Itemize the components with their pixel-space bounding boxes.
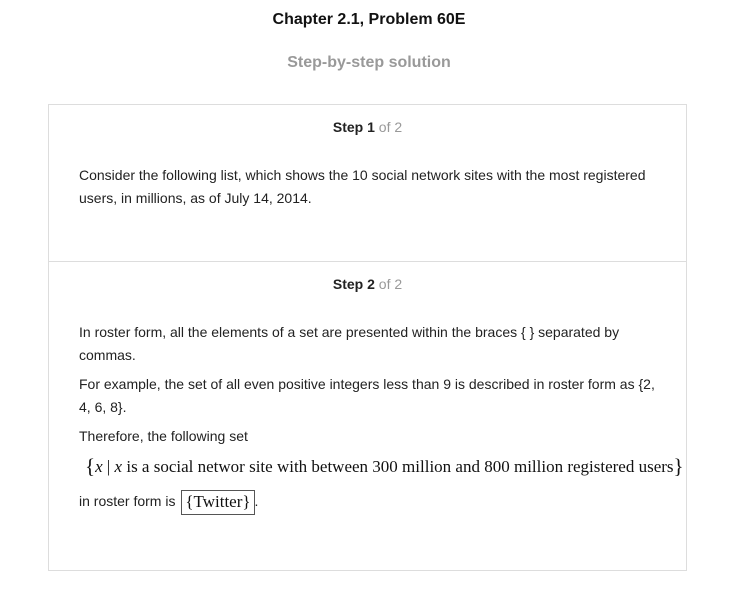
step-1-section: Step 1 of 2 Consider the following list,… <box>49 105 686 262</box>
answer-prefix: in roster form is <box>79 493 180 510</box>
set-variable-repeat: x <box>114 457 123 476</box>
step-2-header: Step 2 of 2 <box>49 276 686 292</box>
solution-card: Step 1 of 2 Consider the following list,… <box>48 104 687 571</box>
step-2-number: 2 <box>367 276 375 292</box>
set-close-brace: } <box>673 454 684 478</box>
set-open-brace: { <box>85 454 96 478</box>
step-2-label: Step <box>332 276 364 292</box>
set-condition: is a social networ site with between 300… <box>122 457 674 476</box>
solution-subtitle: Step-by-step solution <box>287 54 451 71</box>
set-variable: x <box>95 457 103 476</box>
step-1-paragraph: Consider the following list, which shows… <box>79 167 646 206</box>
roster-form-example: For example, the set of all even positiv… <box>79 376 655 415</box>
step-2-of-total: of 2 <box>378 276 403 292</box>
set-builder-expression: {x | x is a social networ site with betw… <box>85 454 684 479</box>
step-1-of-total: of 2 <box>378 119 403 135</box>
therefore-text: Therefore, the following set <box>79 428 248 444</box>
roster-form-definition: In roster form, all the elements of a se… <box>79 324 620 363</box>
step-2-section: Step 2 of 2 In roster form, all the elem… <box>49 262 686 570</box>
step-1-number: 1 <box>367 119 375 135</box>
step-1-header: Step 1 of 2 <box>49 119 686 135</box>
answer-suffix: . <box>254 493 259 510</box>
page-title: Chapter 2.1, Problem 60E <box>272 11 466 28</box>
step-1-label: Step <box>332 119 364 135</box>
set-such-that-bar: | <box>102 457 115 476</box>
answer-box: {Twitter} <box>181 490 255 515</box>
answer-line: in roster form is {Twitter}. <box>79 490 258 515</box>
